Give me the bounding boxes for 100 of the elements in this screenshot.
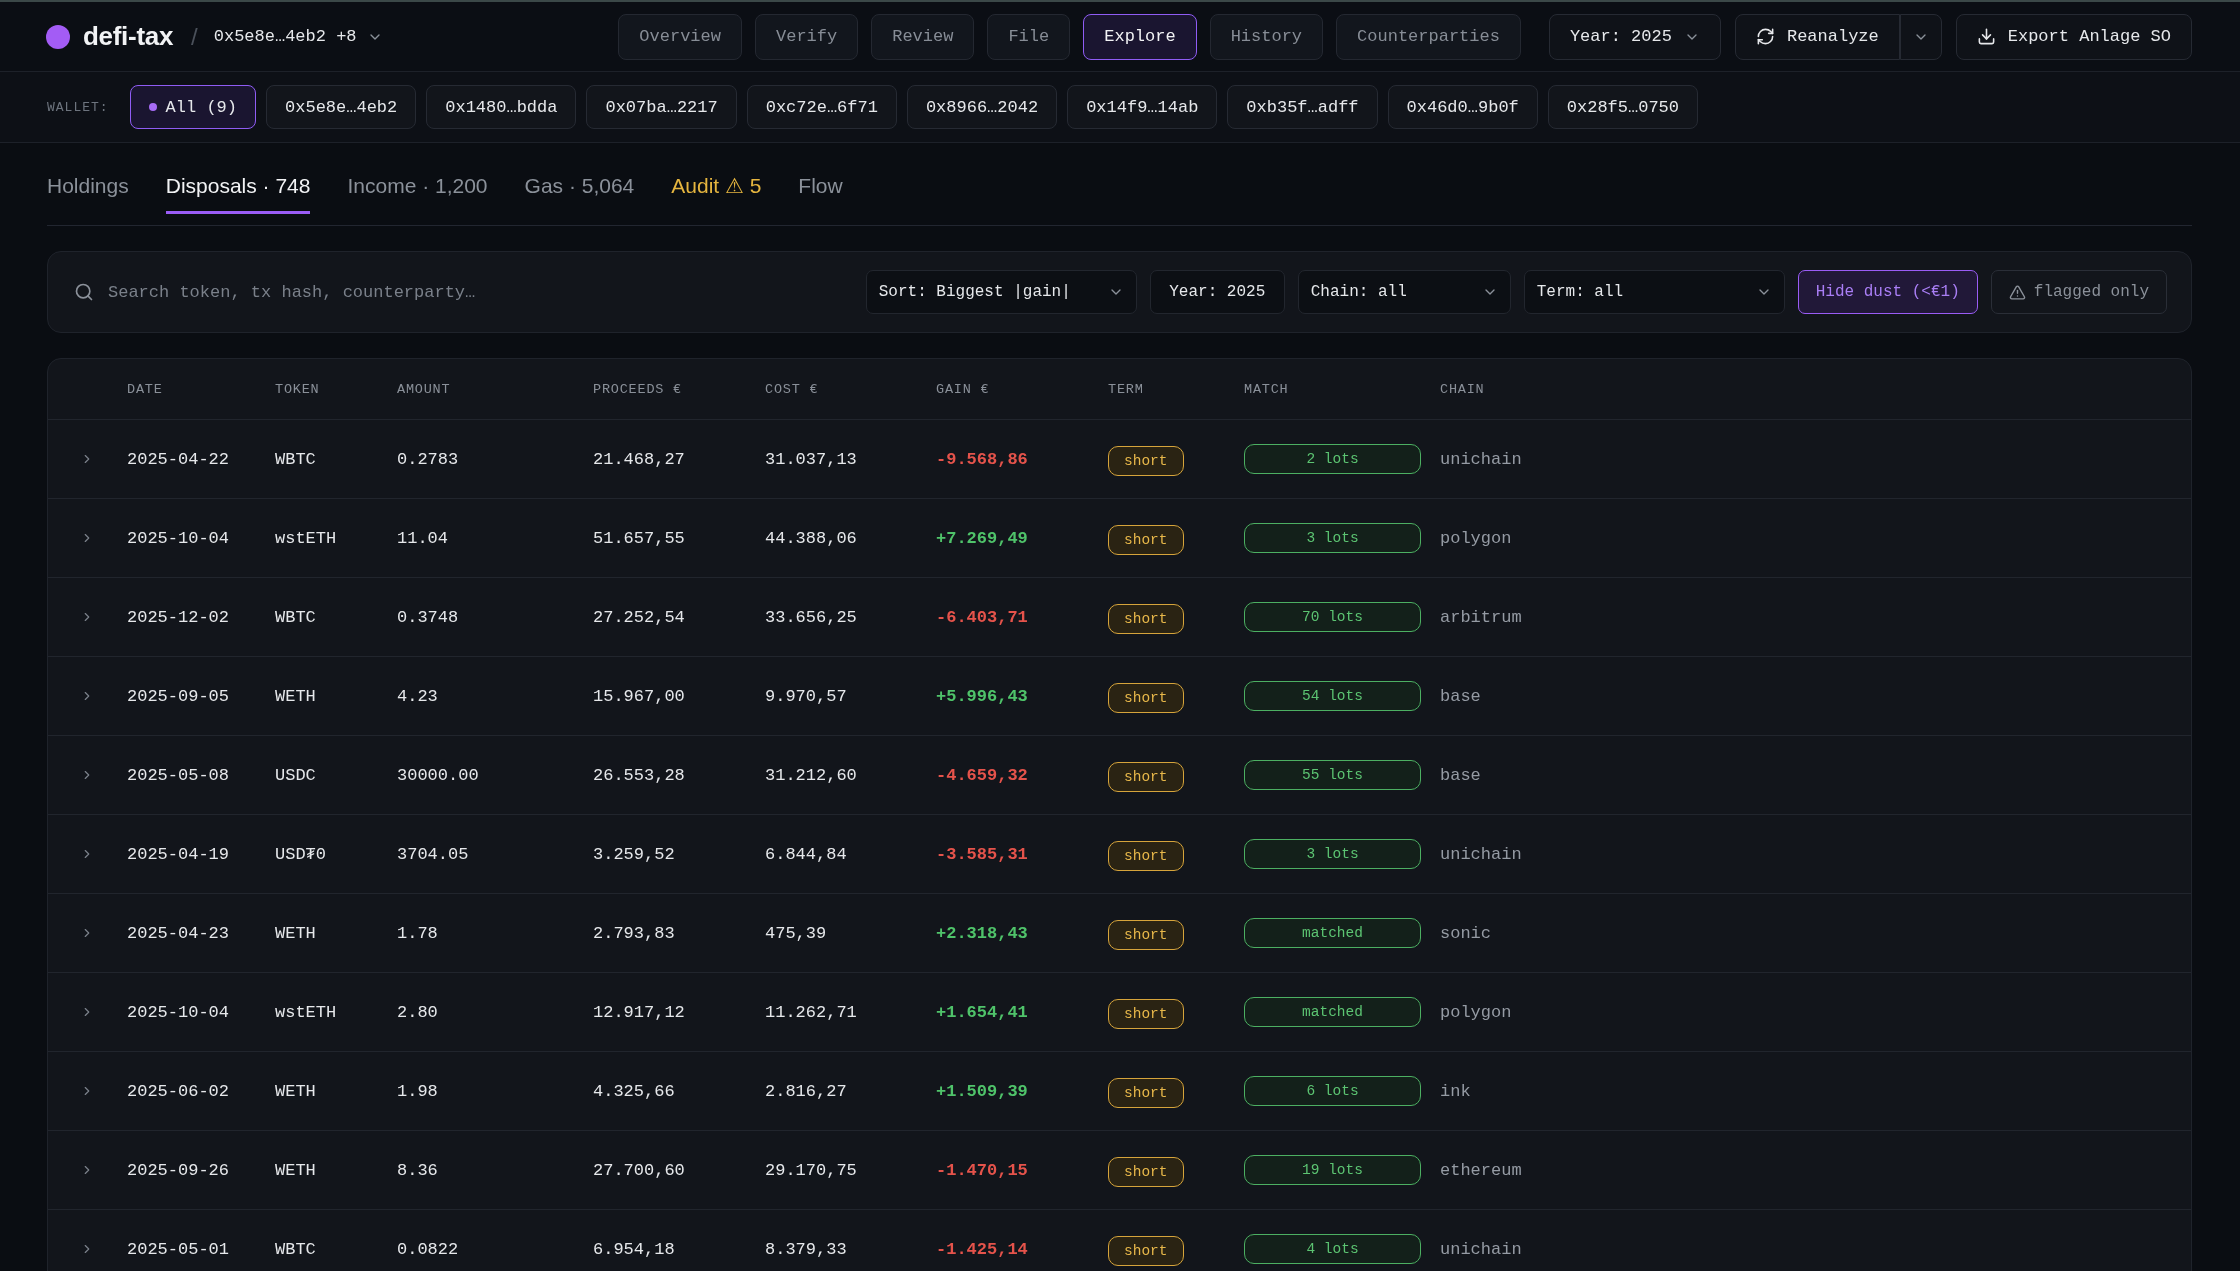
- table-cell: 2025-09-05: [127, 686, 230, 706]
- term-badge: short: [1108, 603, 1184, 634]
- table-cell: WETH: [275, 1081, 316, 1101]
- flagged-only-toggle[interactable]: flagged only: [1990, 270, 2167, 314]
- table-cell: 27.700,60: [593, 1160, 685, 1180]
- table-cell: polygon: [1440, 528, 1512, 548]
- table-cell: +5.996,43: [936, 686, 1028, 706]
- table-cell: 6.954,18: [593, 1239, 675, 1259]
- column-header: TERM: [1108, 381, 1144, 397]
- section-tab[interactable]: Disposals · 748: [165, 174, 311, 214]
- wallet-chip[interactable]: All (9): [129, 85, 257, 129]
- dot-icon: [148, 103, 157, 111]
- wallet-chip[interactable]: 0xb35f…adff: [1227, 85, 1378, 129]
- table-cell: +2.318,43: [936, 923, 1028, 943]
- nav-tab[interactable]: File: [987, 13, 1071, 60]
- warning-icon: [2008, 283, 2026, 301]
- nav-tab[interactable]: Counterparties: [1336, 13, 1521, 60]
- year-filter[interactable]: Year: 2025: [1149, 270, 1285, 314]
- section-tab[interactable]: Audit ⚠ 5: [671, 174, 762, 214]
- wallet-chip[interactable]: 0x07ba…2217: [586, 85, 737, 129]
- term-badge: short: [1108, 1156, 1184, 1187]
- term-badge: short: [1108, 840, 1184, 871]
- term-badge: short: [1108, 998, 1184, 1029]
- table-cell: -4.659,32: [936, 765, 1028, 785]
- column-header: CHAIN: [1440, 381, 1485, 397]
- section-tab[interactable]: Holdings: [47, 174, 129, 214]
- download-icon: [1976, 27, 1996, 46]
- table-cell: 44.388,06: [765, 528, 857, 548]
- table-cell: unichain: [1440, 844, 1522, 864]
- table-cell: WBTC: [275, 607, 316, 627]
- logo-icon: [46, 24, 70, 49]
- match-badge: 19 lots: [1244, 1155, 1421, 1185]
- wallet-selector[interactable]: 0x5e8e…4eb2 +8: [213, 27, 383, 46]
- section-tab[interactable]: Flow: [798, 174, 843, 214]
- column-header: DATE: [127, 381, 163, 397]
- section-tab[interactable]: Gas · 5,064: [524, 174, 635, 214]
- table-cell: WBTC: [275, 449, 316, 469]
- table-cell: 30000.00: [397, 765, 479, 785]
- table-cell: 21.468,27: [593, 449, 685, 469]
- table-cell: -6.403,71: [936, 607, 1028, 627]
- table-cell: unichain: [1440, 1239, 1522, 1259]
- refresh-icon: [1755, 27, 1775, 46]
- match-badge: 3 lots: [1244, 839, 1421, 869]
- match-badge: 55 lots: [1244, 760, 1421, 790]
- table-cell: ink: [1440, 1081, 1471, 1101]
- match-badge: 3 lots: [1244, 523, 1421, 553]
- table-cell: 8.36: [397, 1160, 438, 1180]
- table-cell: 2.816,27: [765, 1081, 847, 1101]
- term-badge: short: [1108, 682, 1184, 713]
- table-cell: base: [1440, 686, 1481, 706]
- table-cell: 8.379,33: [765, 1239, 847, 1259]
- table-cell: 26.553,28: [593, 765, 685, 785]
- table-cell: WBTC: [275, 1239, 316, 1259]
- column-header: PROCEEDS €: [593, 381, 682, 397]
- table-cell: WETH: [275, 1160, 316, 1180]
- term-badge: short: [1108, 919, 1184, 950]
- wallet-chip[interactable]: 0x14f9…14ab: [1067, 85, 1218, 129]
- term-select[interactable]: Term: all: [1523, 270, 1785, 314]
- hide-dust-toggle[interactable]: Hide dust (<€1): [1797, 270, 1978, 314]
- search-field[interactable]: Search token, tx hash, counterparty…: [106, 272, 853, 312]
- wallet-chip[interactable]: 0x8966…2042: [906, 85, 1058, 129]
- wallet-chip[interactable]: 0x1480…bdda: [426, 85, 577, 129]
- app-name: defi-tax: [83, 21, 174, 52]
- section-tab[interactable]: Income · 1,200: [347, 174, 488, 214]
- table-cell: arbitrum: [1440, 607, 1522, 627]
- export-button[interactable]: Export Anlage SO: [1955, 13, 2192, 60]
- table-cell: 2025-04-19: [127, 844, 230, 864]
- nav-tab[interactable]: Verify: [755, 13, 859, 60]
- nav-tab[interactable]: History: [1209, 13, 1324, 60]
- table-cell: 2025-05-01: [127, 1239, 230, 1259]
- table-cell: 2025-09-26: [127, 1160, 230, 1180]
- reanalyze-button[interactable]: Reanalyze: [1734, 13, 1900, 60]
- chain-select[interactable]: Chain: all: [1297, 270, 1511, 314]
- term-badge: short: [1108, 524, 1184, 555]
- year-select[interactable]: Year: 2025: [1548, 13, 1721, 60]
- wallet-chip[interactable]: 0x46d0…9b0f: [1387, 85, 1538, 129]
- table-cell: wstETH: [275, 1002, 337, 1022]
- table-cell: 475,39: [765, 923, 827, 943]
- match-badge: 4 lots: [1244, 1234, 1421, 1264]
- table-cell: 3.259,52: [593, 844, 675, 864]
- nav-tab[interactable]: Explore: [1083, 13, 1197, 60]
- breadcrumb-separator: /: [191, 22, 198, 51]
- column-header: COST €: [765, 381, 819, 397]
- nav-tab[interactable]: Review: [871, 13, 975, 60]
- table-cell: 2.80: [397, 1002, 438, 1022]
- table-cell: 11.04: [397, 528, 448, 548]
- table-cell: 0.3748: [397, 607, 459, 627]
- table-cell: -3.585,31: [936, 844, 1028, 864]
- nav-tab[interactable]: Overview: [618, 13, 742, 60]
- table-cell: 2025-04-23: [127, 923, 230, 943]
- sort-select[interactable]: Sort: Biggest |gain|: [865, 270, 1137, 314]
- search-icon: [74, 282, 94, 302]
- match-badge: matched: [1244, 997, 1421, 1027]
- table-cell: WETH: [275, 923, 316, 943]
- table-cell: 4.325,66: [593, 1081, 675, 1101]
- table-cell: 15.967,00: [593, 686, 685, 706]
- column-header: TOKEN: [275, 381, 320, 397]
- wallet-chip[interactable]: 0x5e8e…4eb2: [266, 85, 417, 129]
- wallet-chip[interactable]: 0xc72e…6f71: [746, 85, 897, 129]
- wallet-chip[interactable]: 0x28f5…0750: [1547, 85, 1698, 129]
